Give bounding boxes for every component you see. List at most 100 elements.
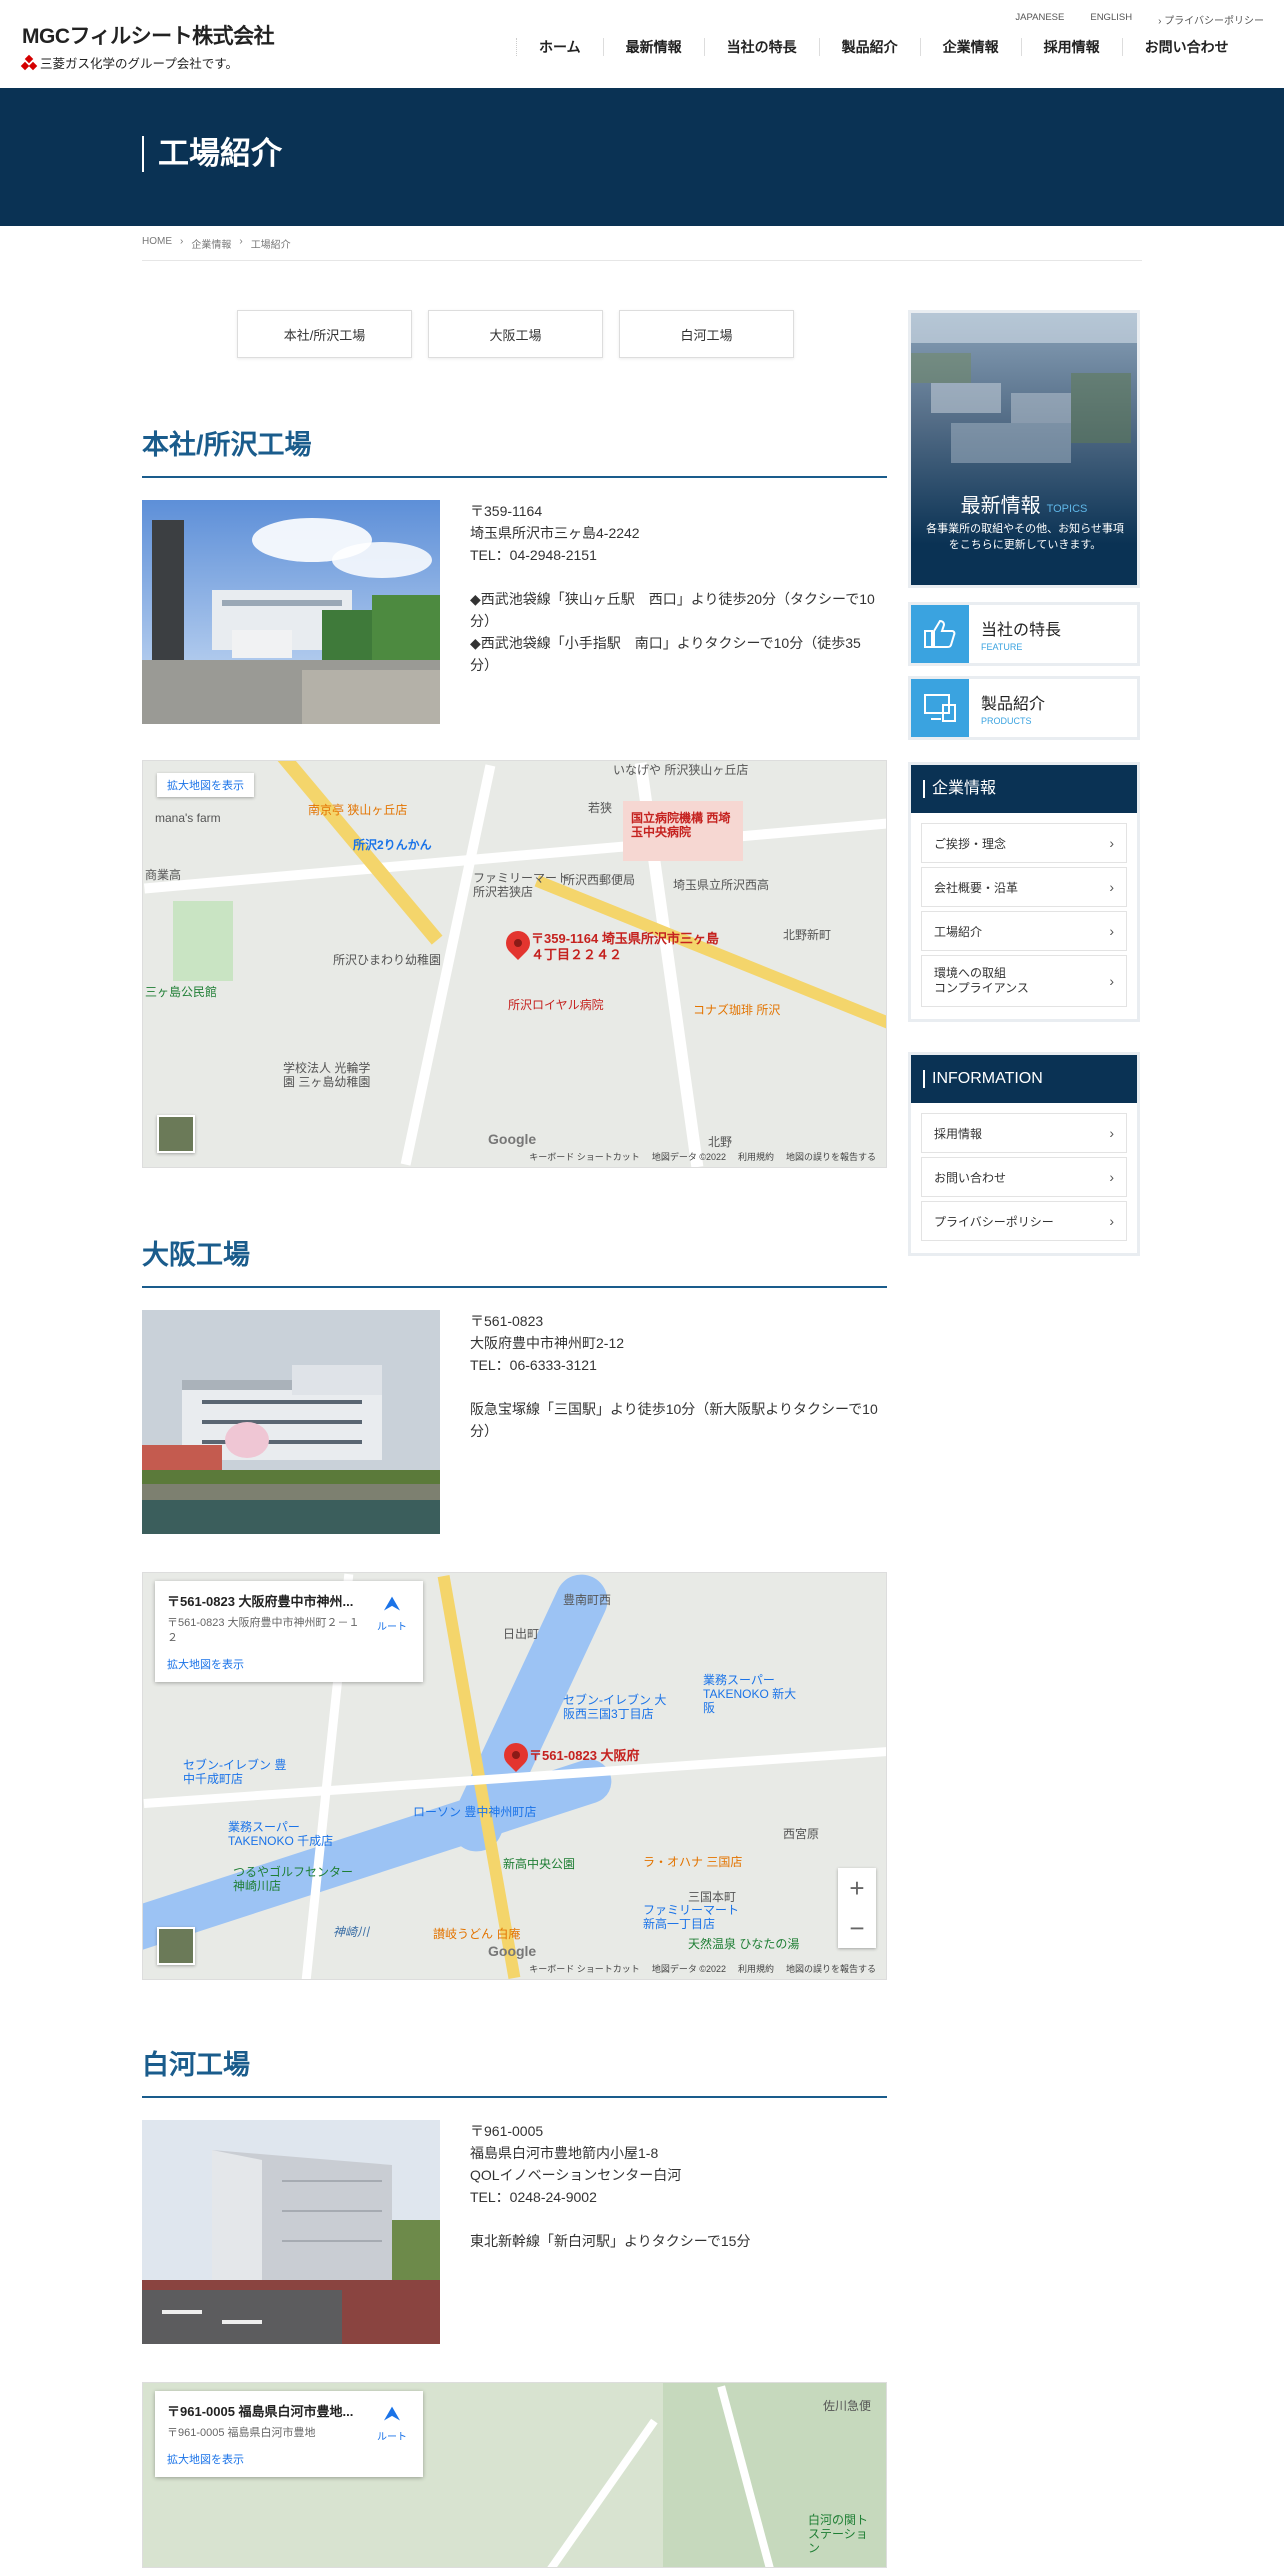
tab-tokorozawa[interactable]: 本社/所沢工場 (237, 310, 412, 358)
section-underline (142, 2096, 887, 2098)
nav-home[interactable]: ホーム (516, 38, 603, 56)
report-error-link[interactable]: 地図の誤りを報告する (786, 1150, 876, 1163)
breadcrumb: HOME › 企業情報 › 工場紹介 (142, 236, 291, 251)
map-label: 西宮原 (783, 1827, 820, 1841)
products-link[interactable]: 製品紹介 PRODUCTS (908, 676, 1140, 740)
phone: TEL：06-6333-3121 (470, 1357, 597, 1373)
map-pin-icon[interactable] (501, 926, 535, 960)
map-card-title: 〒961-0005 福島県白河市豊地... (167, 2404, 354, 2419)
chevron-right-icon: › (1109, 879, 1114, 895)
menu-factories[interactable]: 工場紹介 › (921, 911, 1127, 951)
mitsubishi-logo-icon (20, 54, 38, 70)
breadcrumb-separator-icon: › (239, 236, 243, 247)
postal-code: 〒561-0823 (470, 1313, 544, 1329)
terms-link[interactable]: 利用規約 (738, 1962, 774, 1975)
map-label: コナズ珈琲 所沢 (693, 1003, 781, 1017)
route-button[interactable]: ⮝ ルート (377, 2403, 407, 2443)
osaka-map[interactable]: 〒561-0823 大阪府豊中市神州... 〒561-0823 大阪府豊中市神州… (142, 1572, 887, 1980)
map-label: 国立病院機構 西埼玉中央病院 (631, 811, 731, 839)
topics-title: 最新情報 TOPICS (960, 495, 1088, 517)
satellite-toggle[interactable] (157, 1927, 195, 1965)
nav-contact[interactable]: お問い合わせ (1121, 38, 1251, 56)
breadcrumb-home[interactable]: HOME (142, 236, 172, 251)
tokorozawa-info: 〒359-1164 埼玉県所沢市三ヶ島4-2242 TEL：04-2948-21… (470, 500, 880, 676)
directions-icon: ⮝ (383, 2403, 401, 2425)
map-label: 北野新町 (783, 928, 832, 942)
tab-shirakawa[interactable]: 白河工場 (619, 310, 794, 358)
terms-link[interactable]: 利用規約 (738, 1150, 774, 1163)
nav-features[interactable]: 当社の特長 (703, 38, 819, 56)
nav-products[interactable]: 製品紹介 (818, 38, 920, 56)
map-label: 埼玉県立所沢西高 (673, 878, 770, 892)
satellite-toggle[interactable] (157, 1115, 195, 1153)
menu-environment[interactable]: 環境への取組 コンプライアンス › (921, 955, 1127, 1007)
nav-news[interactable]: 最新情報 (602, 38, 704, 56)
address: 埼玉県所沢市三ヶ島4-2242 (470, 525, 640, 541)
breadcrumb-separator-icon: › (180, 236, 184, 247)
map-enlarge-link[interactable]: 拡大地図を表示 (167, 1656, 411, 1672)
map-label: 業務スーパー TAKENOKO 新大阪 (703, 1673, 797, 1715)
map-label: つるやゴルフセンター 神崎川店 (233, 1865, 354, 1893)
nav-company[interactable]: 企業情報 (919, 38, 1021, 56)
map-label: 若狭 (588, 801, 613, 815)
map-label: ファミリーマート 所沢若狭店 (473, 871, 570, 899)
menu-contact[interactable]: お問い合わせ › (921, 1157, 1127, 1197)
company-menu-title: 企業情報 (911, 765, 1137, 813)
topics-description: 各事業所の取組やその他、お知らせ事項をこちらに更新していきます。 (926, 523, 1124, 551)
tokorozawa-map[interactable]: 拡大地図を表示 〒359-1164 埼玉県所沢市三ヶ島４丁目２２４２ 所沢2りん… (142, 760, 887, 1168)
privacy-policy-link[interactable]: › プライバシーポリシー (1158, 12, 1264, 27)
shirakawa-map[interactable]: 〒961-0005 福島県白河市豊地... 〒961-0005 福島県白河市豊地… (142, 2382, 887, 2568)
tab-osaka[interactable]: 大阪工場 (428, 310, 603, 358)
keyboard-shortcut-link[interactable]: キーボード ショートカット (529, 1962, 640, 1975)
google-logo: Google (488, 1943, 537, 1959)
route-label: ルート (377, 1622, 407, 1633)
map-card-address: 〒961-0005 福島県白河市豊地 (167, 2427, 316, 2439)
feature-link[interactable]: 当社の特長 FEATURE (908, 602, 1140, 666)
information-menu-title: INFORMATION (911, 1055, 1137, 1103)
access-line: 東北新幹線「新白河駅」よりタクシーで15分 (470, 2233, 751, 2249)
zoom-in-button[interactable]: + (838, 1868, 876, 1908)
map-label: ラ・オハナ 三国店 (643, 1855, 743, 1869)
map-info-card: 〒961-0005 福島県白河市豊地... 〒961-0005 福島県白河市豊地… (155, 2391, 423, 2477)
site-header: MGCフィルシート株式会社 三菱ガス化学のグループ会社です。 JAPANESE … (0, 0, 1284, 88)
access-line: 阪急宝塚線「三国駅」より徒歩10分（新大阪駅よりタクシーで10分） (470, 1401, 878, 1439)
map-label: 北野 (708, 1135, 733, 1149)
logo[interactable]: MGCフィルシート株式会社 三菱ガス化学のグループ会社です。 (20, 20, 275, 72)
map-label: 神崎川 (333, 1925, 370, 1939)
chevron-right-icon: › (1109, 923, 1114, 939)
map-label: ファミリーマート 新高一丁目店 (643, 1903, 740, 1931)
map-enlarge-link[interactable]: 拡大地図を表示 (167, 2451, 411, 2467)
postal-code: 〒961-0005 (470, 2123, 544, 2139)
map-pin-label: 〒359-1164 埼玉県所沢市三ヶ島４丁目２２４２ (531, 931, 719, 962)
menu-greeting[interactable]: ご挨拶・理念 › (921, 823, 1127, 863)
breadcrumb-company[interactable]: 企業情報 (191, 236, 231, 251)
menu-privacy[interactable]: プライバシーポリシー › (921, 1201, 1127, 1241)
lang-english-link[interactable]: ENGLISH (1090, 12, 1132, 27)
google-logo: Google (488, 1131, 537, 1147)
nav-recruit[interactable]: 採用情報 (1020, 38, 1122, 56)
keyboard-shortcut-link[interactable]: キーボード ショートカット (529, 1150, 640, 1163)
map-data-label: 地図データ ©2022 (651, 1152, 726, 1162)
map-footer: キーボード ショートカット 地図データ ©2022 利用規約 地図の誤りを報告す… (529, 1150, 876, 1163)
lang-japanese-link[interactable]: JAPANESE (1015, 12, 1064, 27)
chevron-right-icon: › (1109, 1125, 1114, 1141)
products-title: 製品紹介 (981, 696, 1046, 713)
report-error-link[interactable]: 地図の誤りを報告する (786, 1962, 876, 1975)
map-enlarge-link[interactable]: 拡大地図を表示 (157, 773, 254, 797)
map-label: 学校法人 光輪学園 三ヶ島幼稚園 (283, 1061, 371, 1089)
topics-banner[interactable]: 最新情報 TOPICS 各事業所の取組やその他、お知らせ事項をこちらに更新していき… (908, 310, 1140, 588)
divider (142, 260, 1142, 261)
route-button[interactable]: ⮝ ルート (377, 1593, 407, 1633)
map-label: 所沢2りんかん (353, 838, 432, 852)
menu-company-profile[interactable]: 会社概要・沿革 › (921, 867, 1127, 907)
map-data-label: 地図データ ©2022 (651, 1964, 726, 1974)
map-card-address: 〒561-0823 大阪府豊中市神州町２－１２ (167, 1617, 360, 1644)
facility-name: QOLイノベーションセンター白河 (470, 2167, 682, 2183)
global-nav: ホーム 最新情報 当社の特長 製品紹介 企業情報 採用情報 お問い合わせ (516, 38, 1251, 56)
thumbs-up-icon (911, 605, 969, 663)
information-menu: INFORMATION 採用情報 › お問い合わせ › プライバシーポリシー › (908, 1052, 1140, 1256)
topics-sub: TOPICS (1046, 503, 1088, 515)
map-label: 日出町 (503, 1627, 540, 1641)
zoom-out-button[interactable]: − (838, 1908, 876, 1948)
menu-recruit[interactable]: 採用情報 › (921, 1113, 1127, 1153)
